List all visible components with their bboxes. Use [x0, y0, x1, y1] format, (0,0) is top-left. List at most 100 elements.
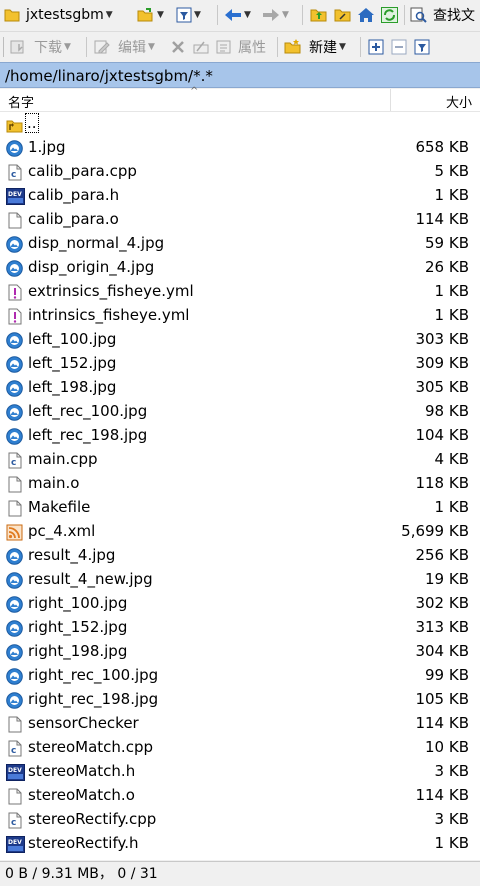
- file-row[interactable]: ..: [0, 112, 480, 136]
- file-name: right_rec_198.jpg: [28, 690, 159, 708]
- main-toolbar: jxtestsgbm ▼ ▼ ▼ ▼ ▼ 查找文: [0, 0, 480, 30]
- file-name: left_rec_198.jpg: [28, 426, 148, 444]
- file-row[interactable]: main.o 118 KB: [0, 472, 480, 496]
- yml-file-icon: [6, 284, 23, 301]
- file-list: .. 1.jpg 658 KB c calib_para.cpp 5 KB DEV calib…: [0, 112, 480, 860]
- file-name: calib_para.o: [28, 210, 119, 228]
- chevron-down-icon: ▼: [64, 42, 71, 52]
- image-file-icon: [6, 404, 23, 421]
- filter-button[interactable]: ▼: [176, 4, 201, 26]
- column-header-name[interactable]: 名字: [8, 92, 34, 111]
- chevron-down-icon: ▼: [105, 10, 113, 20]
- back-button[interactable]: ▼: [224, 4, 251, 26]
- chevron-down-icon: ▼: [157, 10, 164, 20]
- file-name: calib_para.cpp: [28, 162, 137, 180]
- image-file-icon: [6, 620, 23, 637]
- list-header: 名字 ^ 大小: [0, 86, 480, 112]
- home-button[interactable]: [357, 4, 375, 26]
- action-toolbar: 下载 ▼ 编辑 ▼ 属性 新建 ▼: [0, 31, 480, 62]
- file-row[interactable]: DEV calib_para.h 1 KB: [0, 184, 480, 208]
- file-size: 5,699 KB: [401, 522, 469, 540]
- forward-button[interactable]: ▼: [262, 4, 289, 26]
- file-row[interactable]: disp_normal_4.jpg 59 KB: [0, 232, 480, 256]
- file-size: 104 KB: [415, 426, 469, 444]
- file-row[interactable]: sensorChecker 114 KB: [0, 712, 480, 736]
- folder-dropdown[interactable]: jxtestsgbm ▼: [4, 4, 113, 26]
- file-size: 1 KB: [434, 186, 469, 204]
- plus-box-icon: [368, 39, 384, 55]
- filter-box-icon: [414, 39, 430, 55]
- file-row[interactable]: 1.jpg 658 KB: [0, 136, 480, 160]
- file-size: 313 KB: [415, 618, 469, 636]
- file-row[interactable]: right_rec_198.jpg 105 KB: [0, 688, 480, 712]
- new-folder-icon: [284, 39, 301, 54]
- file-row[interactable]: disp_origin_4.jpg 26 KB: [0, 256, 480, 280]
- folder-icon: [4, 9, 20, 22]
- download-icon: [10, 40, 24, 54]
- file-row[interactable]: pc_4.xml 5,699 KB: [0, 520, 480, 544]
- file-row[interactable]: right_198.jpg 304 KB: [0, 640, 480, 664]
- file-row[interactable]: c main.cpp 4 KB: [0, 448, 480, 472]
- path-bar[interactable]: /home/linaro/jxtestsgbm/*.*: [0, 62, 480, 88]
- root-folder-button[interactable]: [334, 4, 351, 26]
- file-row[interactable]: calib_para.o 114 KB: [0, 208, 480, 232]
- file-size: 1 KB: [434, 834, 469, 852]
- deselect-button[interactable]: [391, 36, 407, 58]
- file-row[interactable]: result_4_new.jpg 19 KB: [0, 568, 480, 592]
- edit-button[interactable]: 编辑 ▼: [94, 36, 155, 58]
- file-row[interactable]: right_152.jpg 313 KB: [0, 616, 480, 640]
- file-row[interactable]: c stereoMatch.cpp 10 KB: [0, 736, 480, 760]
- file-size: 114 KB: [415, 210, 469, 228]
- file-row[interactable]: c stereoRectify.cpp 3 KB: [0, 808, 480, 832]
- file-row[interactable]: intrinsics_fisheye.yml 1 KB: [0, 304, 480, 328]
- file-name: ..: [25, 113, 39, 133]
- search-button[interactable]: 查找文: [410, 4, 475, 26]
- header-file-icon: DEV: [6, 836, 25, 853]
- file-row[interactable]: left_rec_100.jpg 98 KB: [0, 400, 480, 424]
- filter-icon: [176, 7, 192, 23]
- image-file-icon: [6, 332, 23, 349]
- blank-file-icon: [6, 212, 23, 229]
- file-name: right_152.jpg: [28, 618, 128, 636]
- svg-text:c: c: [11, 458, 16, 468]
- rename-button[interactable]: [193, 36, 209, 58]
- refresh-button[interactable]: [381, 4, 398, 26]
- file-row[interactable]: DEV stereoRectify.h 1 KB: [0, 832, 480, 856]
- file-row[interactable]: left_100.jpg 303 KB: [0, 328, 480, 352]
- file-row[interactable]: extrinsics_fisheye.yml 1 KB: [0, 280, 480, 304]
- file-name: intrinsics_fisheye.yml: [28, 306, 190, 324]
- yml-file-icon: [6, 308, 23, 325]
- file-row[interactable]: stereoMatch.o 114 KB: [0, 784, 480, 808]
- image-file-icon: [6, 260, 23, 277]
- open-folder-button[interactable]: ▼: [137, 4, 164, 26]
- file-row[interactable]: right_100.jpg 302 KB: [0, 592, 480, 616]
- delete-button[interactable]: [170, 36, 186, 58]
- image-file-icon: [6, 572, 23, 589]
- header-file-icon: DEV: [6, 188, 25, 205]
- download-button[interactable]: 下载 ▼: [10, 36, 71, 58]
- file-row[interactable]: DEV stereoMatch.h 3 KB: [0, 760, 480, 784]
- properties-button[interactable]: 属性: [216, 36, 266, 58]
- file-row[interactable]: result_4.jpg 256 KB: [0, 544, 480, 568]
- properties-icon: [216, 40, 231, 54]
- file-name: Makefile: [28, 498, 91, 516]
- file-size: 10 KB: [425, 738, 469, 756]
- column-header-size[interactable]: 大小: [446, 92, 472, 111]
- file-name: 1.jpg: [28, 138, 66, 156]
- file-row[interactable]: left_152.jpg 309 KB: [0, 352, 480, 376]
- minus-box-icon: [391, 39, 407, 55]
- new-button[interactable]: 新建 ▼: [284, 36, 346, 58]
- file-row[interactable]: left_rec_198.jpg 104 KB: [0, 424, 480, 448]
- file-name: right_rec_100.jpg: [28, 666, 159, 684]
- properties-label: 属性: [238, 40, 266, 56]
- image-file-icon: [6, 644, 23, 661]
- file-size: 3 KB: [434, 810, 469, 828]
- select-all-button[interactable]: [368, 36, 384, 58]
- file-size: 3 KB: [434, 762, 469, 780]
- parent-folder-button[interactable]: [310, 4, 327, 26]
- file-row[interactable]: left_198.jpg 305 KB: [0, 376, 480, 400]
- file-row[interactable]: right_rec_100.jpg 99 KB: [0, 664, 480, 688]
- file-row[interactable]: c calib_para.cpp 5 KB: [0, 160, 480, 184]
- select-filter-button[interactable]: [414, 36, 430, 58]
- file-row[interactable]: Makefile 1 KB: [0, 496, 480, 520]
